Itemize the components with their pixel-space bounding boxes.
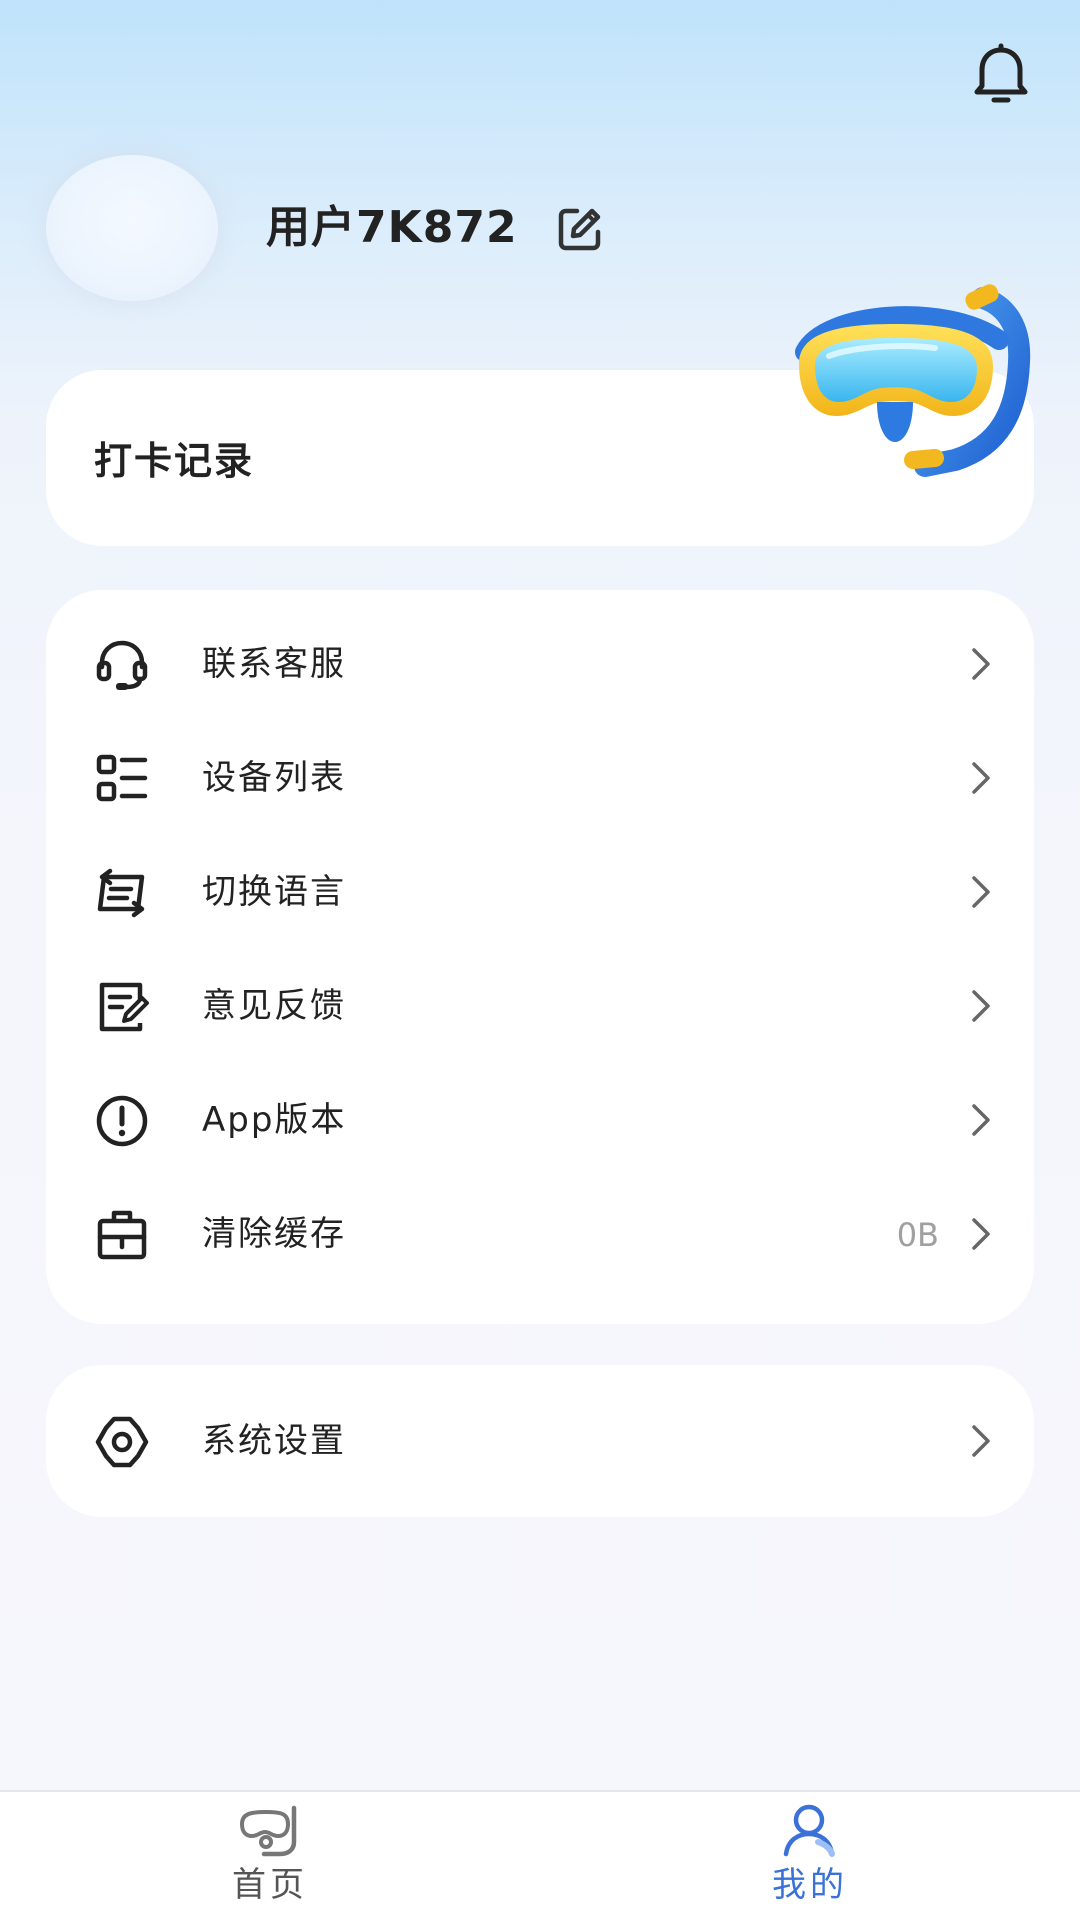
gear-icon [95, 1416, 149, 1468]
checkin-title: 打卡记录 [94, 439, 255, 483]
menu-item-label: 联系客服 [202, 644, 346, 684]
menu-item-label: App版本 [202, 1100, 347, 1140]
tab-home-label: 首页 [232, 1865, 308, 1905]
info-icon [96, 1095, 148, 1147]
menu-item-app-version[interactable]: App版本 [46, 1063, 1034, 1177]
chevron-right-icon [972, 762, 990, 794]
tab-home[interactable]: 首页 [0, 1792, 540, 1920]
settings-card: 系统设置 [46, 1365, 1034, 1517]
avatar[interactable] [46, 155, 218, 301]
menu-item-device-list[interactable]: 设备列表 [46, 721, 1034, 835]
menu-item-label: 意见反馈 [202, 986, 346, 1026]
menu-item-label: 切换语言 [202, 872, 346, 912]
menu-item-clear-cache[interactable]: 清除缓存 0B [46, 1177, 1034, 1291]
menu-item-label: 系统设置 [202, 1421, 346, 1461]
snorkel-mask-icon [239, 1805, 297, 1857]
chevron-right-icon [972, 1218, 990, 1250]
chevron-right-icon [972, 876, 990, 908]
bell-icon[interactable] [970, 40, 1032, 106]
chevron-right-icon [972, 1104, 990, 1136]
chevron-right-icon [972, 1425, 990, 1457]
headset-icon [96, 640, 148, 690]
user-icon [783, 1804, 835, 1857]
menu-card: 联系客服 设备列表 切换语言 意见反馈 App版本 清除缓存 0B [46, 590, 1034, 1324]
menu-item-label: 设备列表 [202, 758, 346, 798]
menu-item-label: 清除缓存 [202, 1214, 346, 1254]
menu-item-feedback[interactable]: 意见反馈 [46, 949, 1034, 1063]
list-icon [96, 754, 148, 802]
bottom-tab-bar: 首页 我的 [0, 1790, 1080, 1920]
language-switch-icon [97, 868, 145, 918]
chevron-right-icon [972, 990, 990, 1022]
tab-mine[interactable]: 我的 [540, 1792, 1080, 1920]
cache-size-value: 0B [896, 1216, 939, 1254]
edit-icon[interactable] [555, 204, 605, 254]
tab-mine-label: 我的 [772, 1865, 848, 1905]
username: 用户7K872 [266, 202, 518, 253]
menu-item-system-settings[interactable]: 系统设置 [46, 1384, 1034, 1498]
clear-cache-icon [97, 1210, 147, 1260]
menu-item-contact-support[interactable]: 联系客服 [46, 607, 1034, 721]
diving-mask-illustration [795, 284, 1031, 477]
menu-item-switch-language[interactable]: 切换语言 [46, 835, 1034, 949]
chevron-right-icon [972, 648, 990, 680]
feedback-icon [99, 982, 149, 1032]
profile-page: 用户7K872 打卡记录 联系客服 设备列表 切换语言 意见反馈 App版本 清… [0, 0, 1080, 1920]
